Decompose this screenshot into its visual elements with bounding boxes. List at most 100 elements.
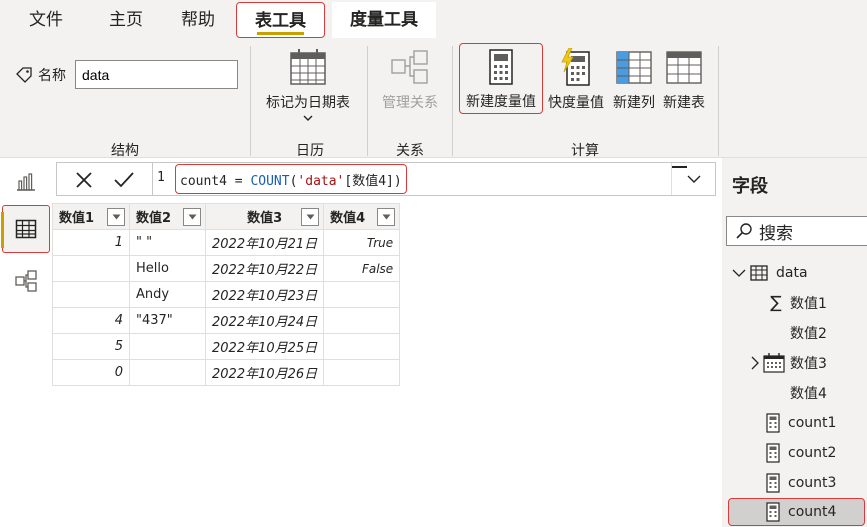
table-cell[interactable]: 5 [52,333,130,360]
group-label-calculations: 计算 [571,143,599,159]
table-cell[interactable]: 2022年10月23日 [204,281,325,308]
field-label: count4 [788,504,837,520]
mark-as-date-table-label: 标记为日期表 [266,95,350,111]
new-measure-button[interactable]: 新建度量值 [459,43,543,114]
column-header[interactable]: 数值4 [323,203,401,230]
new-column-icon [616,51,652,84]
name-label-group: 名称 [14,65,66,85]
table-cell[interactable] [52,281,130,308]
column-header-label: 数值3 [247,211,283,226]
table-cell[interactable]: 2022年10月21日 [204,229,325,256]
field-measure[interactable]: count2 [766,439,836,467]
chevron-right-icon [751,356,759,370]
quick-measure-button[interactable]: 快度量值 [545,48,607,112]
expand-formula-button[interactable] [671,163,715,195]
commit-formula-button[interactable] [109,167,139,193]
field-item[interactable]: ∑ 数值1 [766,289,827,317]
formula-divider [152,163,153,195]
field-measure[interactable]: count1 [766,409,836,437]
new-column-button[interactable]: 新建列 [609,48,659,112]
tab-table-tools[interactable]: 表工具 [236,2,325,38]
mark-as-date-table-button[interactable]: 标记为日期表 [260,48,356,122]
table-cell[interactable]: 4 [52,307,130,334]
column-header[interactable]: 数值1 [52,203,130,230]
table-cell[interactable]: 1 [52,229,130,256]
chevron-down-icon [188,214,196,220]
table-row: 4 "437" 2022年10月24日 [52,307,401,334]
manage-relationships-button[interactable]: 管理关系 [376,48,444,112]
quick-measure-icon [561,48,590,86]
table-cell[interactable]: 2022年10月22日 [204,255,325,282]
table-name-input[interactable] [75,60,238,89]
field-label: 数值2 [790,326,827,342]
ribbon: 名称 结构 标记为日期表 日历 管理关系 关系 新建度量值 [0,40,867,159]
new-measure-label: 新建度量值 [466,94,536,110]
table-cell[interactable] [323,359,401,386]
table-cell[interactable]: Hello [129,255,206,282]
table-cell[interactable] [52,255,130,282]
table-cell[interactable]: 0 [52,359,130,386]
column-filter-button[interactable] [301,208,320,226]
data-table: 数值1 数值2 数值3 数值4 1 " " 2022年10月21日 True Hell… [52,203,401,386]
formula-bar: 1 count4 = COUNT('data'[数值4]) [56,162,716,196]
field-measure[interactable]: count3 [766,469,836,497]
table-cell[interactable]: Andy [129,281,206,308]
calendar-table-icon [290,49,326,85]
calculator-icon [766,473,780,493]
fields-pane: 字段 搜索 data ∑ 数值1 数值2 数值3 数值4 count1 coun… [722,158,867,527]
ribbon-separator [718,46,719,156]
field-label: count1 [788,415,837,431]
table-row: 0 2022年10月26日 [52,359,401,386]
chevron-down-icon [112,214,120,220]
field-item[interactable]: 数值3 [750,349,827,377]
column-filter-button[interactable] [107,208,125,226]
table-cell[interactable] [323,281,401,308]
table-cell[interactable] [323,333,401,360]
tab-help[interactable]: 帮助 [172,2,224,38]
tab-file[interactable]: 文件 [20,2,72,38]
fields-search-input[interactable]: 搜索 [726,216,867,246]
table-cell[interactable]: "437" [129,307,206,334]
model-icon [15,270,37,292]
field-measure-selected[interactable]: count4 [728,498,865,526]
table-cell[interactable]: 2022年10月26日 [204,359,325,386]
table-cell[interactable] [129,333,206,360]
tab-measure-tools[interactable]: 度量工具 [332,2,436,38]
group-label-calendar: 日历 [296,143,324,159]
ribbon-separator [452,46,453,156]
search-icon [736,223,752,239]
table-cell[interactable]: True [323,229,401,256]
table-row: 1 " " 2022年10月21日 True [52,229,401,256]
new-table-button[interactable]: 新建表 [660,48,708,112]
field-item[interactable]: 数值4 [790,379,827,407]
formula-input[interactable]: count4 = COUNT('data'[数值4]) [175,164,407,194]
table-cell[interactable]: 2022年10月25日 [204,333,325,360]
table-row: Andy 2022年10月23日 [52,281,401,308]
formula-text-part: [数值4]) [344,174,402,189]
table-cell[interactable]: False [323,255,401,282]
table-grid-icon [15,219,37,239]
model-view-button[interactable] [2,257,50,305]
table-cell[interactable]: " " [129,229,206,256]
table-grid-icon [750,265,768,281]
manage-relationships-label: 管理关系 [382,95,438,111]
column-filter-button[interactable] [377,208,396,226]
column-filter-button[interactable] [183,208,201,226]
ribbon-tabs: 文件 主页 帮助 表工具 度量工具 [0,0,867,40]
column-header[interactable]: 数值2 [129,203,206,230]
field-table-name: data [776,265,808,281]
table-cell[interactable]: 2022年10月24日 [204,307,325,334]
field-item[interactable]: 数值2 [790,319,827,347]
column-header[interactable]: 数值3 [204,203,325,230]
field-table-data[interactable]: data [732,259,808,287]
table-cell[interactable] [323,307,401,334]
cancel-formula-button[interactable] [69,167,99,193]
field-label: 数值3 [790,356,827,372]
new-column-label: 新建列 [613,95,655,111]
formula-text-part: count4 = [180,174,251,189]
data-view-button[interactable] [1,205,50,253]
tab-home[interactable]: 主页 [100,2,152,38]
report-view-button[interactable] [2,158,50,206]
calculator-icon [766,502,780,522]
table-cell[interactable] [129,359,206,386]
